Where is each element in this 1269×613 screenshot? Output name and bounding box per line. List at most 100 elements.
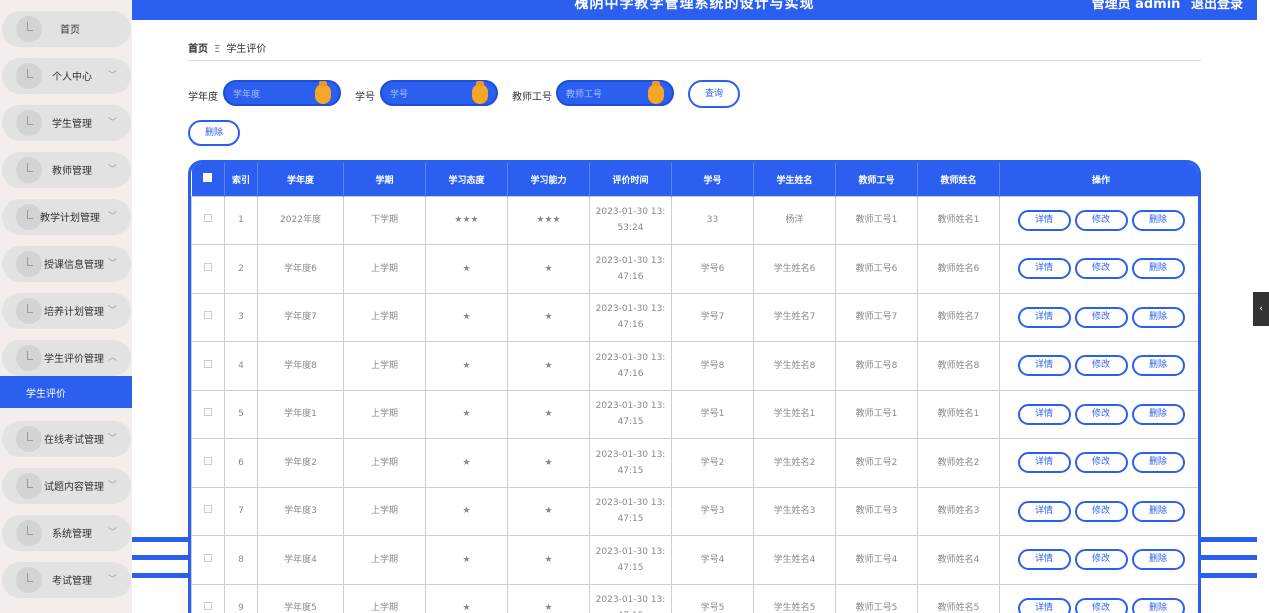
batch-delete-button[interactable]: 删除 bbox=[188, 120, 240, 146]
sidebar-subitem-label: 学生评价 bbox=[26, 389, 66, 400]
row-select-cell[interactable] bbox=[191, 341, 225, 391]
sidebar-item-students[interactable]: 学生管理 ﹀ bbox=[2, 105, 131, 141]
teacher-id-placeholder: 教师工号 bbox=[566, 90, 603, 100]
eval-time-cell: 2023-01-30 13: 47:16 bbox=[589, 244, 672, 294]
detail-button[interactable]: 详情 bbox=[1017, 209, 1071, 231]
edit-button[interactable]: 修改 bbox=[1074, 403, 1128, 425]
edit-button[interactable]: 修改 bbox=[1074, 452, 1128, 474]
detail-button[interactable]: 详情 bbox=[1017, 452, 1071, 474]
sidebar-item-system[interactable]: 系统管理 ﹀ bbox=[2, 515, 131, 551]
delete-button[interactable]: 删除 bbox=[1131, 258, 1185, 280]
teacher-id-cell: 教师工号6 bbox=[835, 244, 918, 294]
breadcrumb-home[interactable]: 首页 bbox=[188, 44, 208, 55]
sidebar-item-teachers[interactable]: 教师管理 ﹀ bbox=[2, 152, 131, 188]
sidebar-item-training-plan[interactable]: 培养计划管理 ﹀ bbox=[2, 293, 131, 329]
edit-button[interactable]: 修改 bbox=[1074, 500, 1128, 522]
eval-time-line2: 47:15 bbox=[617, 514, 644, 525]
sidebar-item-question-content[interactable]: 试题内容管理 ﹀ bbox=[2, 468, 131, 504]
row-checkbox[interactable] bbox=[204, 311, 212, 320]
teacher-id-input[interactable]: 教师工号 bbox=[556, 80, 674, 106]
attitude-cell: ★ bbox=[425, 486, 508, 536]
column-header: 评价时间 bbox=[589, 163, 672, 196]
sidebar-item-student-evaluation[interactable]: 学生评价管理 ︿ bbox=[2, 340, 131, 376]
student-id-cell: 学号4 bbox=[671, 535, 754, 585]
delete-button[interactable]: 删除 bbox=[1131, 355, 1185, 377]
detail-button[interactable]: 详情 bbox=[1017, 403, 1071, 425]
sidebar-item-course-info[interactable]: 授课信息管理 ﹀ bbox=[2, 246, 131, 282]
student-id-input[interactable]: 学号 bbox=[380, 80, 498, 106]
edit-button[interactable]: 修改 bbox=[1074, 209, 1128, 231]
edit-button[interactable]: 修改 bbox=[1074, 549, 1128, 571]
edit-button[interactable]: 修改 bbox=[1074, 355, 1128, 377]
row-checkbox[interactable] bbox=[204, 456, 212, 465]
row-select-cell[interactable] bbox=[191, 535, 225, 585]
student-name-cell: 学生姓名2 bbox=[753, 438, 836, 488]
row-checkbox[interactable] bbox=[204, 214, 212, 223]
sidebar-item-teaching-plan[interactable]: 教学计划管理 ﹀ bbox=[2, 199, 131, 235]
row-select-cell[interactable] bbox=[191, 195, 225, 245]
row-select-cell[interactable] bbox=[191, 292, 225, 342]
row-checkbox[interactable] bbox=[204, 359, 212, 368]
detail-button[interactable]: 详情 bbox=[1017, 597, 1071, 613]
delete-button[interactable]: 删除 bbox=[1131, 597, 1185, 613]
row-checkbox[interactable] bbox=[204, 262, 212, 271]
index-cell: 4 bbox=[224, 341, 258, 391]
logout-link[interactable]: 退出登录 bbox=[1191, 0, 1243, 12]
sidebar-item-home[interactable]: 首页 bbox=[2, 11, 131, 47]
sidebar-item-label: 学生管理 bbox=[52, 119, 92, 130]
student-name-cell: 学生姓名3 bbox=[753, 486, 836, 536]
delete-button[interactable]: 删除 bbox=[1131, 500, 1185, 522]
eval-time-line2: 47:16 bbox=[617, 368, 644, 379]
select-all-checkbox[interactable] bbox=[203, 173, 213, 183]
eval-time-line1: 2023-01-30 13: bbox=[595, 352, 666, 363]
query-button[interactable]: 查询 bbox=[688, 80, 740, 108]
row-checkbox[interactable] bbox=[204, 505, 212, 514]
delete-button[interactable]: 删除 bbox=[1131, 549, 1185, 571]
teacher-id-cell: 教师工号1 bbox=[835, 389, 918, 439]
detail-button[interactable]: 详情 bbox=[1017, 549, 1071, 571]
edit-button[interactable]: 修改 bbox=[1074, 306, 1128, 328]
menu-icon bbox=[16, 520, 42, 546]
teacher-id-cell: 教师工号4 bbox=[835, 535, 918, 585]
row-select-cell[interactable] bbox=[191, 583, 225, 613]
sidebar-item-label: 学生评价管理 bbox=[44, 354, 104, 365]
sidebar-item-personal-center[interactable]: 个人中心 ﹀ bbox=[2, 58, 131, 94]
eval-time-cell: 2023-01-30 13: 47:15 bbox=[589, 486, 672, 536]
select-all-header[interactable] bbox=[191, 163, 225, 196]
row-select-cell[interactable] bbox=[191, 244, 225, 294]
detail-button[interactable]: 详情 bbox=[1017, 500, 1071, 522]
eval-time-line1: 2023-01-30 13: bbox=[595, 546, 666, 557]
sidebar-subitem-student-evaluation[interactable]: 学生评价 bbox=[0, 376, 132, 408]
column-header: 学年度 bbox=[257, 163, 344, 196]
edit-button[interactable]: 修改 bbox=[1074, 258, 1128, 280]
sidebar-item-online-exam[interactable]: 在线考试管理 ﹀ bbox=[2, 421, 131, 457]
row-checkbox[interactable] bbox=[204, 553, 212, 562]
row-select-cell[interactable] bbox=[191, 486, 225, 536]
row-checkbox[interactable] bbox=[204, 408, 212, 417]
side-collapse-tab[interactable]: ‹ bbox=[1253, 292, 1269, 326]
row-select-cell[interactable] bbox=[191, 438, 225, 488]
delete-button[interactable]: 删除 bbox=[1131, 452, 1185, 474]
eval-time-line2: 47:15 bbox=[617, 465, 644, 476]
delete-button[interactable]: 删除 bbox=[1131, 403, 1185, 425]
column-header: 学习能力 bbox=[507, 163, 590, 196]
teacher-id-cell: 教师工号5 bbox=[835, 583, 918, 613]
delete-button[interactable]: 删除 bbox=[1131, 209, 1185, 231]
edit-button[interactable]: 修改 bbox=[1074, 597, 1128, 613]
year-input[interactable]: 学年度 bbox=[223, 80, 341, 106]
row-checkbox[interactable] bbox=[204, 602, 212, 611]
attitude-cell: ★ bbox=[425, 244, 508, 294]
detail-button[interactable]: 详情 bbox=[1017, 355, 1071, 377]
delete-button[interactable]: 删除 bbox=[1131, 306, 1185, 328]
detail-button[interactable]: 详情 bbox=[1017, 306, 1071, 328]
breadcrumb: 首页 Ξ 学生评价 bbox=[188, 40, 266, 55]
eval-time-line2: 47:15 bbox=[617, 417, 644, 428]
row-select-cell[interactable] bbox=[191, 389, 225, 439]
teacher-id-cell: 教师工号3 bbox=[835, 486, 918, 536]
column-header: 学生姓名 bbox=[753, 163, 836, 196]
sidebar-item-exam[interactable]: 考试管理 ﹀ bbox=[2, 562, 131, 598]
teacher-name-cell: 教师姓名5 bbox=[917, 583, 1000, 613]
ability-cell: ★ bbox=[507, 583, 590, 613]
detail-button[interactable]: 详情 bbox=[1017, 258, 1071, 280]
attitude-cell: ★★★ bbox=[425, 195, 508, 245]
